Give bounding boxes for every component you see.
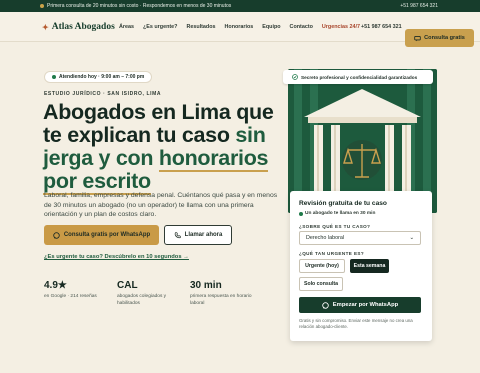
start-whatsapp-label: Empezar por WhatsApp [332, 302, 399, 308]
eyebrow-label: ESTUDIO JURÍDICO · SAN ISIDRO, LIMA [44, 91, 162, 97]
announcement-message: Primera consulta de 20 minutos sin costo… [47, 3, 232, 9]
call-now-label: Llamar ahora [184, 232, 223, 238]
brand-name: Atlas Abogados [51, 22, 115, 32]
urgency-option-today[interactable]: Urgente (hoy) [299, 259, 345, 273]
urgent-check-link[interactable]: ¿Es urgente tu caso? Descúbrelo en 10 se… [44, 254, 189, 260]
stat-rating: 4.9★ en Google · 214 reseñas [44, 280, 117, 307]
hours-text: Atendiendo hoy · 9:00 am – 7:00 pm [59, 74, 145, 80]
whatsapp-consult-button[interactable]: Consulta gratis por WhatsApp [44, 225, 159, 245]
confidentiality-badge: Secreto profesional y confidencialidad g… [283, 70, 433, 84]
case-type-label: ¿SOBRE QUÉ ES TU CASO? [299, 224, 371, 229]
nav-link-contacto[interactable]: Contacto [290, 24, 313, 30]
stat-label: primera respuesta en horario laboral [190, 294, 252, 306]
urgency-option-week[interactable]: Esta semana [350, 259, 389, 273]
topbar-phone[interactable]: +51 987 654 321 [400, 3, 438, 9]
announcement-message-wrap: Primera consulta de 20 minutos sin costo… [40, 3, 231, 9]
form-disclaimer: Gratis y sin compromiso. Enviar este men… [299, 318, 413, 330]
case-type-value: Derecho laboral [306, 235, 345, 241]
form-subtitle-text: Un abogado te llama en 30 min [305, 211, 376, 216]
phone-icon [174, 231, 181, 238]
hours-pill: Atendiendo hoy · 9:00 am – 7:00 pm [44, 71, 153, 83]
whatsapp-icon [322, 301, 329, 309]
hero-lead: Laboral, familia, empresas y defensa pen… [44, 192, 278, 219]
scale-icon: ✦ [42, 22, 49, 32]
whatsapp-icon [53, 231, 60, 239]
whatsapp-consult-label: Consulta gratis por WhatsApp [63, 232, 151, 238]
chat-icon [414, 35, 421, 41]
urgency-label: ¿QUÉ TAN URGENTE ES? [299, 251, 365, 256]
stat-label: en Google · 214 reseñas [44, 294, 97, 299]
announcement-bar: Primera consulta de 20 minutos sin costo… [0, 0, 480, 12]
brand-logo[interactable]: ✦ Atlas Abogados [42, 22, 115, 32]
nav-link-equipo[interactable]: Equipo [262, 24, 280, 30]
start-whatsapp-button[interactable]: Empezar por WhatsApp [299, 297, 421, 313]
form-subtitle: Un abogado te llama en 30 min [299, 211, 423, 216]
dot-icon [40, 4, 44, 8]
status-dot-icon [52, 75, 56, 79]
badge-text: Secreto profesional y confidencialidad g… [301, 74, 418, 80]
page-title: Abogados en Lima que te explican tu caso… [43, 101, 283, 195]
call-now-button[interactable]: Llamar ahora [164, 225, 232, 245]
stat-value: 4.9★ [44, 280, 67, 291]
nav-link-urgencias[interactable]: Urgencias 24/7 [322, 24, 360, 30]
nav-link-areas[interactable]: Áreas [119, 24, 134, 30]
stat-response: 30 min primera respuesta en horario labo… [190, 280, 263, 307]
urgency-option-consult[interactable]: Solo consulta [299, 277, 343, 291]
stat-value: CAL [117, 280, 138, 291]
form-title: Revisión gratuita de tu caso [299, 200, 387, 207]
consulta-gratis-button[interactable]: Consulta gratis [405, 29, 474, 47]
stats-row: 4.9★ en Google · 214 reseñas CAL abogado… [44, 280, 263, 307]
status-dot-icon [299, 211, 303, 216]
shield-check-icon [292, 74, 298, 80]
nav-link-honorarios[interactable]: Honorarios [225, 24, 254, 30]
nav-link-resultados[interactable]: Resultados [186, 24, 215, 30]
case-type-select[interactable]: Derecho laboral ⌄ [299, 231, 421, 245]
stat-value: 30 min [190, 280, 222, 291]
chevron-down-icon: ⌄ [409, 235, 414, 241]
nav-links: Áreas ¿Es urgente? Resultados Honorarios… [119, 24, 360, 30]
main-nav: ✦ Atlas Abogados Áreas ¿Es urgente? Resu… [0, 12, 480, 47]
stat-cal: CAL abogados colegiados y habilitados [117, 280, 190, 307]
stat-label: abogados colegiados y habilitados [117, 294, 167, 306]
nav-link-urgente[interactable]: ¿Es urgente? [143, 24, 177, 30]
case-review-form: Revisión gratuita de tu caso Un abogado … [290, 191, 432, 341]
consulta-gratis-label: Consulta gratis [424, 35, 465, 41]
nav-phone[interactable]: +51 987 654 321 [361, 24, 402, 30]
